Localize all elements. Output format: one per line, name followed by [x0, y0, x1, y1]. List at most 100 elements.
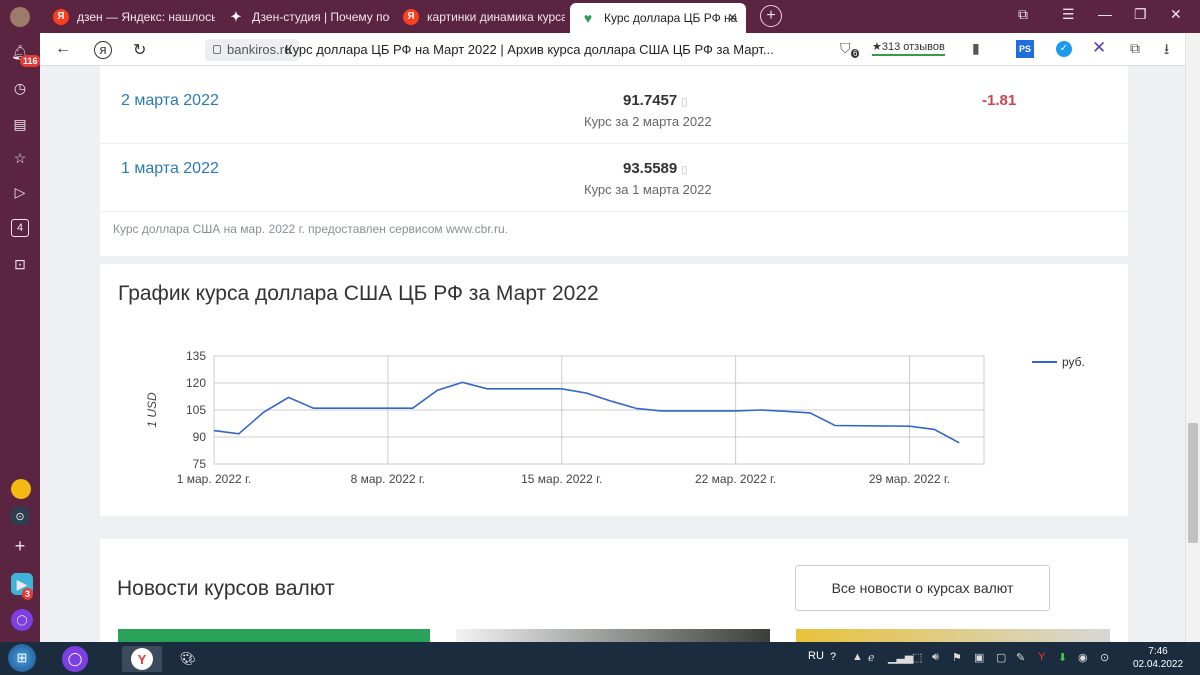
new-tab-button[interactable]: +: [760, 5, 782, 27]
close-window-icon[interactable]: ✕: [1170, 6, 1182, 23]
page-title[interactable]: Курс доллара ЦБ РФ на Март 2022 | Архив …: [285, 42, 774, 57]
profile-avatar[interactable]: [10, 7, 30, 27]
row-date-link[interactable]: 2 марта 2022: [121, 92, 219, 110]
windows-taskbar: ⊞ ◯ Y 🎨︎ RU ? ▲ ℯ ▁▃▅ ⬚ 🔊︎ ⚑ ▣ ▢ ✎ Y ⬇ ◉…: [0, 642, 1200, 675]
browser-sidebar: 🔔︎ 116 ◷ ▤ ☆ ▷ 4 ⊡ ⊙ + ▶ 3 ◯: [0, 33, 41, 642]
tabs-menu-icon[interactable]: ⧉: [1018, 6, 1028, 23]
browser-tab-bar: Я дзен — Яндекс: нашлось ✦ Дзен-студия |…: [0, 0, 1200, 33]
row-diff: -1.81: [982, 92, 1017, 109]
row-rate-value: 93.5589 ▯: [623, 160, 688, 177]
bankiros-icon: ♥: [583, 10, 593, 26]
page-scrollbar[interactable]: [1185, 33, 1200, 642]
x-tick-label: 15 мар. 2022 г.: [521, 472, 602, 486]
row-rate-caption: Курс за 2 марта 2022: [584, 114, 712, 129]
y-tick-label: 105: [186, 403, 206, 417]
clock[interactable]: 7:46 02.04.2022: [1128, 645, 1188, 671]
back-arrow-icon[interactable]: ←: [55, 40, 71, 58]
menu-icon[interactable]: ☰: [1062, 6, 1075, 23]
source-note: Курс доллара США на мар. 2022 г. предост…: [113, 222, 509, 236]
address-bar: ← я ↻ bankiros.ru Курс доллара ЦБ РФ на …: [40, 33, 1185, 66]
news-title: Новости курсов валют: [117, 577, 335, 600]
page-content: 2 марта 2022 91.7457 ▯ Курс за 2 марта 2…: [40, 66, 1185, 642]
all-news-button[interactable]: Все новости о курсах валют: [795, 565, 1050, 611]
x-tick-label: 1 мар. 2022 г.: [177, 472, 252, 486]
minimize-icon[interactable]: —: [1098, 6, 1112, 22]
tabs-count-icon[interactable]: 4: [11, 219, 29, 237]
ps-extension-icon[interactable]: PS: [1016, 40, 1034, 58]
tray-up-icon[interactable]: ▲: [852, 651, 863, 663]
rate-line-chart: 75 90 105 120 135 1 мар. 2022 г. 8 мар. 2022 г…: [145, 349, 1085, 486]
x-extension-icon[interactable]: ✕: [1092, 38, 1106, 58]
y-tick-label: 135: [186, 349, 206, 363]
x-tick-label: 8 мар. 2022 г.: [351, 472, 426, 486]
copy-icon[interactable]: ▯: [681, 164, 687, 176]
chrome-tray-icon[interactable]: ◉: [1078, 651, 1088, 664]
tab-label: Курс доллара ЦБ РФ на: [604, 11, 738, 25]
tab-label: Дзен-студия | Почему пос: [252, 9, 390, 24]
check-extension-icon[interactable]: ✓: [1056, 41, 1072, 57]
legend-label: руб.: [1062, 355, 1085, 369]
yandex-tray-icon[interactable]: Y: [1038, 651, 1045, 663]
news-thumbnail[interactable]: [456, 629, 770, 642]
yandex-mail-icon[interactable]: [11, 479, 31, 499]
yandex-browser-taskbar-icon[interactable]: Y: [122, 646, 162, 672]
table-row: 2 марта 2022 91.7457 ▯ Курс за 2 марта 2…: [100, 76, 1128, 144]
x-tick-label: 29 мар. 2022 г.: [869, 472, 950, 486]
notification-badge: 116: [20, 55, 41, 67]
signal-icon[interactable]: ▁▃▅: [888, 651, 913, 664]
paint-taskbar-icon[interactable]: 🎨︎: [168, 646, 208, 672]
row-rate-caption: Курс за 1 марта 2022: [584, 182, 712, 197]
language-indicator[interactable]: RU: [808, 650, 824, 662]
alice-app-icon[interactable]: ⊙: [11, 507, 29, 525]
yandex-icon: Я: [403, 8, 419, 25]
y-tick-label: 75: [193, 457, 207, 471]
tab-dzen-studio[interactable]: ✦ Дзен-студия | Почему пос: [218, 4, 390, 29]
bookmarks-star-icon[interactable]: ☆: [11, 149, 29, 167]
tab-label: дзен — Яндекс: нашлось: [77, 9, 215, 24]
volume-icon[interactable]: 🔊︎: [932, 651, 939, 664]
alice-taskbar-icon[interactable]: ◯: [62, 646, 88, 672]
reload-icon[interactable]: ↻: [133, 40, 146, 60]
chat-icon[interactable]: ▢: [996, 651, 1006, 664]
flag-icon[interactable]: ⚑: [952, 651, 962, 664]
scrollbar-thumb[interactable]: [1188, 423, 1198, 543]
reviews-link[interactable]: ★313 отзывов: [872, 40, 945, 56]
yandex-logo-icon[interactable]: я: [94, 41, 112, 59]
row-date-link[interactable]: 1 марта 2022: [121, 160, 219, 178]
history-icon[interactable]: ◷: [11, 79, 29, 97]
add-app-icon[interactable]: +: [11, 536, 29, 556]
clock-time: 7:46: [1148, 646, 1168, 657]
tab-yandex-search[interactable]: Я дзен — Яндекс: нашлось: [43, 4, 215, 29]
copy-icon[interactable]: ▯: [681, 96, 687, 108]
news-thumbnail[interactable]: [796, 629, 1110, 642]
restore-icon[interactable]: ❐: [1134, 6, 1147, 23]
messenger-badge: 3: [22, 588, 34, 600]
collections-icon[interactable]: ▤: [11, 115, 29, 133]
camera-tray-icon[interactable]: ⊙: [1100, 651, 1109, 664]
tab-label: картинки динамика курса: [427, 9, 565, 24]
table-row: 1 марта 2022 93.5589 ▯ Курс за 1 марта 2…: [100, 144, 1128, 212]
download-tray-icon[interactable]: ⬇: [1058, 651, 1067, 664]
yandex-icon: Я: [53, 8, 69, 25]
screenshot-icon[interactable]: ⊡: [11, 255, 29, 273]
news-thumbnail[interactable]: [118, 629, 430, 642]
collections-extension-icon[interactable]: ⧉: [1130, 40, 1140, 57]
close-tab-icon[interactable]: ✕: [727, 10, 738, 26]
tab-yandex-images[interactable]: Я картинки динамика курса: [393, 4, 565, 29]
play-icon[interactable]: ▷: [11, 183, 29, 201]
help-icon[interactable]: ?: [830, 651, 836, 663]
y-axis-label: 1 USD: [145, 392, 159, 428]
protect-icon[interactable]: ⛉: [840, 40, 851, 57]
url-domain: bankiros.ru: [227, 42, 292, 57]
edit-icon[interactable]: ✎: [1016, 651, 1025, 664]
device-icon[interactable]: ▣: [974, 651, 984, 664]
start-button[interactable]: ⊞: [8, 644, 36, 672]
alice-icon[interactable]: ◯: [11, 609, 33, 631]
network-icon[interactable]: ℯ: [868, 651, 875, 664]
tab-bankiros[interactable]: ♥ Курс доллара ЦБ РФ на ✕: [570, 3, 746, 33]
protect-count: 6: [851, 49, 860, 58]
bookmark-icon[interactable]: ▮: [972, 40, 980, 57]
download-icon[interactable]: ⭳: [1164, 39, 1169, 64]
lock-icon: [213, 45, 221, 54]
screen-icon[interactable]: ⬚: [912, 651, 922, 664]
